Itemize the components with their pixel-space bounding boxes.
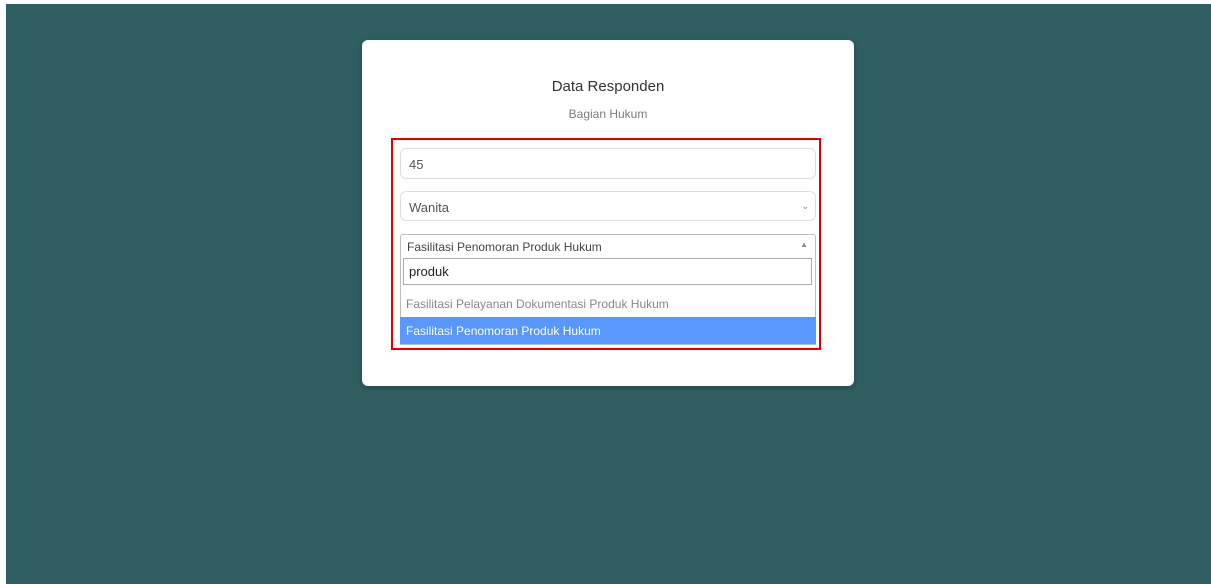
service-select-value: Fasilitasi Penomoran Produk Hukum bbox=[407, 240, 602, 254]
form-title: Data Responden bbox=[551, 78, 665, 95]
caret-up-icon: ▲ bbox=[800, 240, 808, 249]
chevron-down-icon: ⌄ bbox=[801, 201, 809, 211]
dropdown-option-pelayanan-dokumentasi[interactable]: Fasilitasi Pelayanan Dokumentasi Produk … bbox=[400, 291, 816, 316]
service-select[interactable]: Fasilitasi Penomoran Produk Hukum ▲ bbox=[400, 234, 816, 256]
dropdown-option-penomoran[interactable]: Fasilitasi Penomoran Produk Hukum bbox=[400, 317, 816, 344]
service-search-input[interactable]: produk bbox=[403, 258, 812, 285]
gender-select[interactable]: Wanita ⌄ bbox=[400, 191, 816, 221]
service-search-value: produk bbox=[409, 264, 449, 279]
age-input-value: 45 bbox=[409, 157, 424, 172]
gender-select-value: Wanita bbox=[409, 200, 449, 215]
form-subtitle: Bagian Hukum bbox=[568, 107, 648, 121]
age-input[interactable]: 45 bbox=[400, 148, 816, 179]
